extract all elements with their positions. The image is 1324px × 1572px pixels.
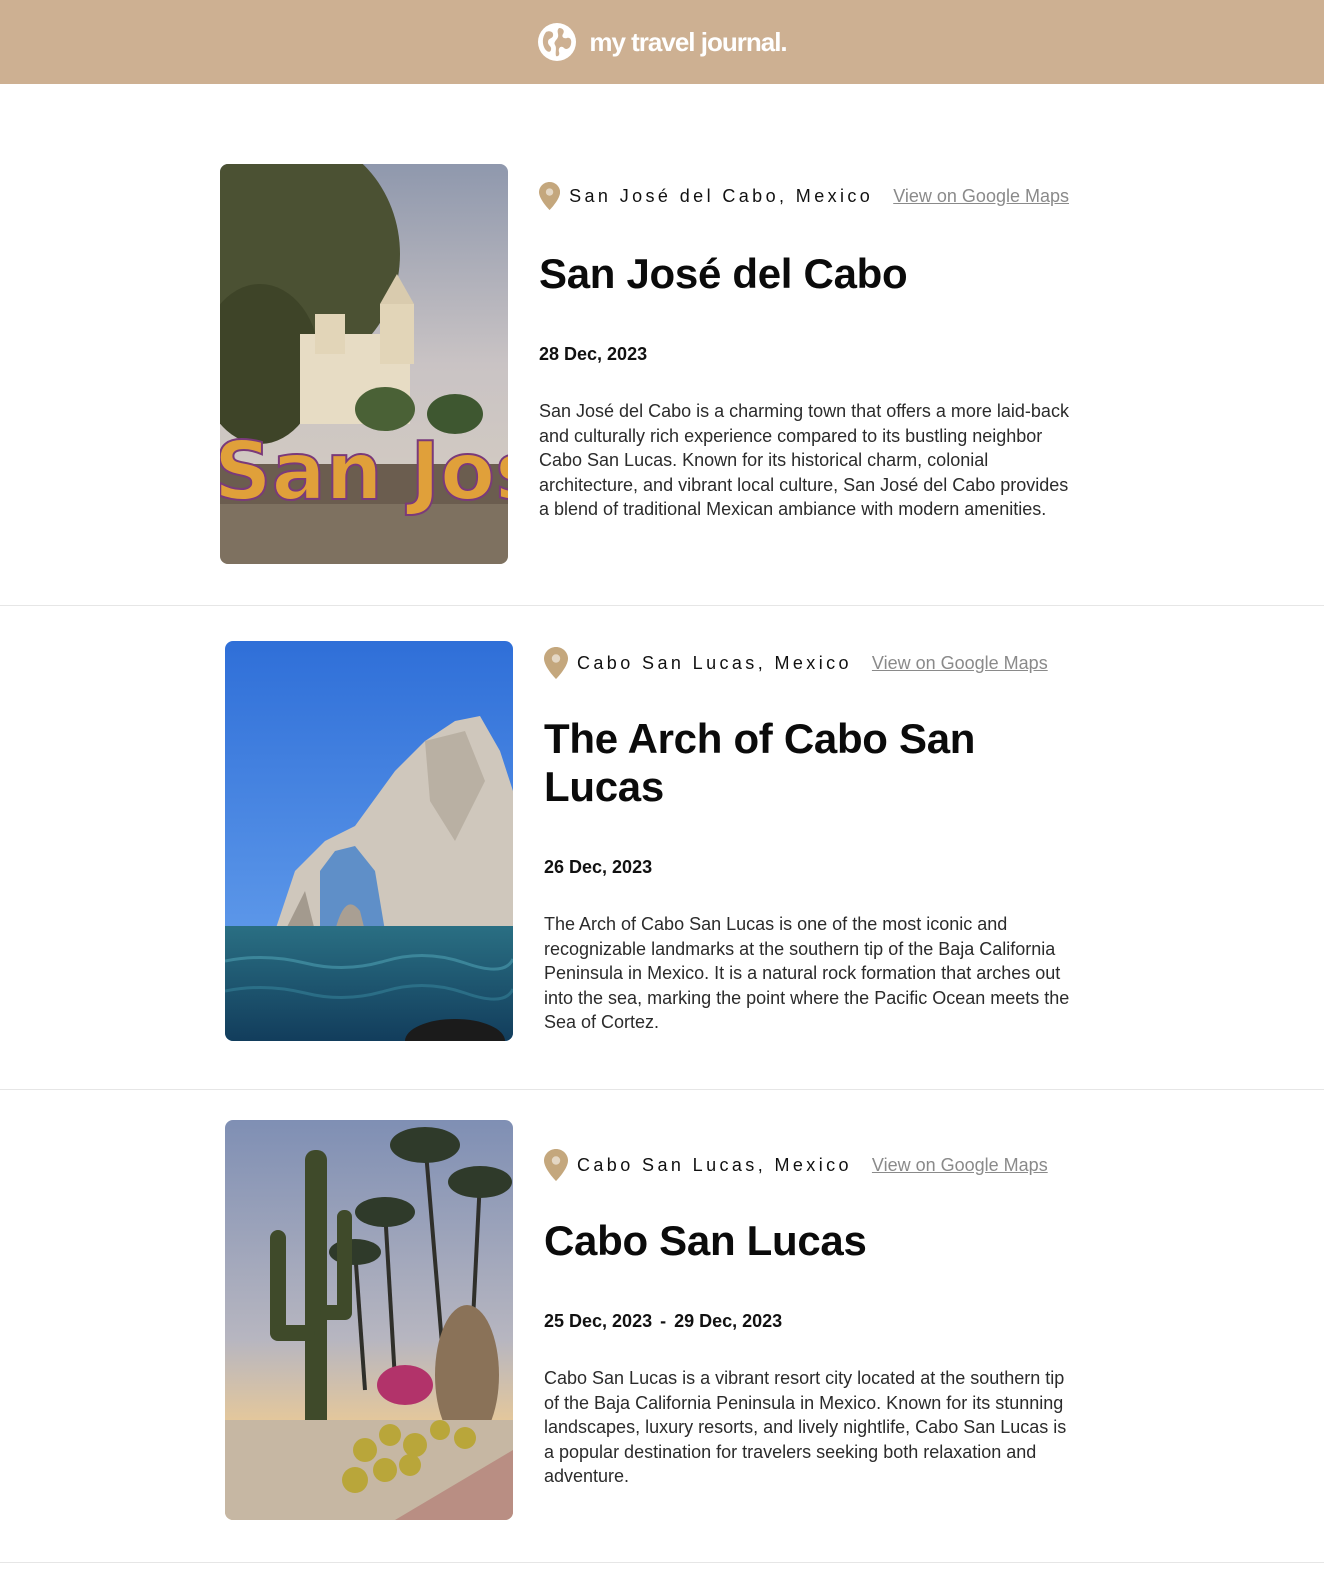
- entry-divider: [0, 1562, 1324, 1563]
- entry-date: 25 Dec, 2023-29 Dec, 2023: [544, 1311, 1074, 1332]
- entry-description: The Arch of Cabo San Lucas is one of the…: [544, 914, 1070, 1033]
- entry-divider: [0, 605, 1324, 606]
- entry-photo-san-jose: San José: [220, 164, 508, 564]
- google-maps-link[interactable]: View on Google Maps: [893, 186, 1069, 207]
- entry-description: San José del Cabo is a charming town tha…: [539, 401, 1069, 520]
- entry-location: San José del Cabo, Mexico: [569, 185, 874, 206]
- entry-divider: [0, 1089, 1324, 1090]
- location-row: San José del Cabo, Mexico View on Google…: [539, 178, 1069, 214]
- entry-title: San José del Cabo: [539, 250, 908, 297]
- site-header: my travel journal.: [0, 0, 1324, 84]
- location-row: Cabo San Lucas, Mexico View on Google Ma…: [544, 645, 1074, 681]
- location-pin-icon: [544, 647, 568, 679]
- entry-title: The Arch of Cabo San Lucas: [544, 715, 976, 810]
- entry-description: Cabo San Lucas is a vibrant resort city …: [544, 1368, 1067, 1487]
- location-pin-icon: [544, 1149, 568, 1181]
- entry-location: Cabo San Lucas, Mexico: [577, 652, 852, 673]
- brand-title: my travel journal.: [589, 26, 787, 57]
- entry-photo-arch: [225, 641, 513, 1041]
- entry-start-date: 25 Dec, 2023: [544, 1311, 653, 1331]
- entry-start-date: 28 Dec, 2023: [539, 344, 648, 364]
- entry-title: Cabo San Lucas: [544, 1217, 867, 1264]
- globe-icon: [538, 23, 577, 61]
- entry-photo-cabo: [225, 1120, 513, 1520]
- entry-start-date: 26 Dec, 2023: [544, 857, 653, 877]
- location-pin-icon: [539, 181, 561, 211]
- entry-end-date: 29 Dec, 2023: [674, 1311, 783, 1331]
- date-separator: -: [660, 1311, 667, 1331]
- entry-date: 26 Dec, 2023: [544, 857, 1074, 878]
- entry-date: 28 Dec, 2023: [539, 344, 1069, 365]
- google-maps-link[interactable]: View on Google Maps: [872, 1155, 1048, 1176]
- location-row: Cabo San Lucas, Mexico View on Google Ma…: [544, 1147, 1074, 1183]
- entry-location: Cabo San Lucas, Mexico: [577, 1154, 852, 1175]
- svg-text:San José: San José: [220, 425, 508, 518]
- google-maps-link[interactable]: View on Google Maps: [872, 653, 1048, 674]
